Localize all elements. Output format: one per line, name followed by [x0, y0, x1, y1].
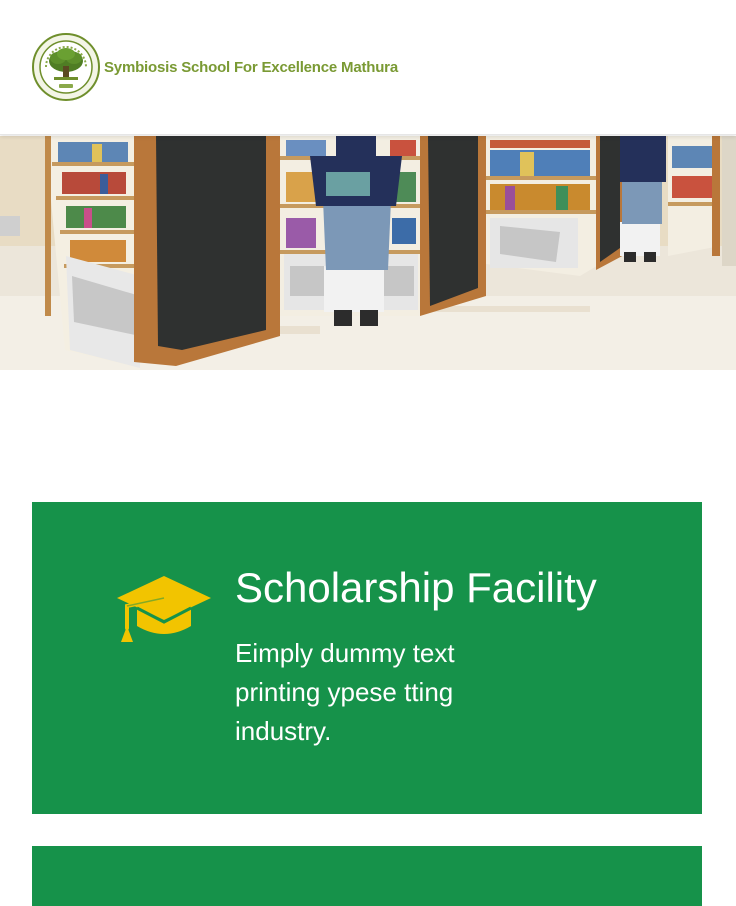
feature-card-scholarship: Scholarship Facility Eimply dummy text p… [32, 502, 702, 814]
feature-card-next [32, 846, 702, 906]
feature-description: Eimply dummy text printing ypese tting i… [235, 638, 455, 746]
site-logo-link[interactable]: Symbiosis School For Excellence Mathura [32, 33, 398, 101]
graduation-cap-icon [117, 576, 211, 642]
tree-seal-icon [32, 33, 100, 101]
site-header: Symbiosis School For Excellence Mathura [0, 0, 736, 135]
logo-text: Symbiosis School For Excellence Mathura [104, 58, 398, 76]
hero-image [0, 136, 736, 370]
feature-title: Scholarship Facility [235, 564, 597, 611]
